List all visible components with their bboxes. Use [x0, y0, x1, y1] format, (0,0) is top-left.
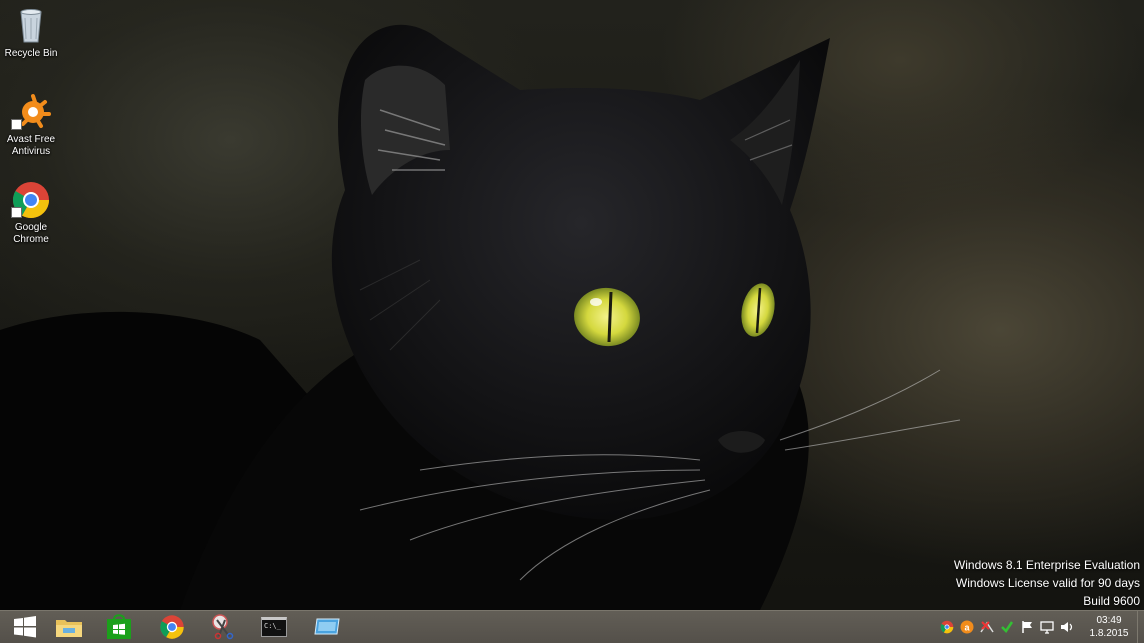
snipping-tool-button[interactable]: [198, 611, 248, 643]
chrome-icon: [160, 615, 184, 639]
file-explorer-button[interactable]: [44, 611, 94, 643]
tray-monitor-icon[interactable]: [1037, 611, 1057, 643]
tray-avast-icon[interactable]: a: [957, 611, 977, 643]
watermark-edition: Windows 8.1 Enterprise Evaluation: [953, 558, 1140, 572]
desktop-icon-label: Avast Free Antivirus: [6, 134, 56, 157]
folder-icon: [56, 620, 82, 637]
tray-checkmark-icon[interactable]: [997, 611, 1017, 643]
cmd-prompt-text: C:\_: [264, 622, 281, 630]
wallpaper-cat-image: [0, 24, 961, 610]
show-desktop-button[interactable]: [1137, 611, 1144, 643]
cmd-icon: C:\_: [261, 617, 287, 637]
desktop-background: Recycle Bin Avast Free Antivirus Google …: [0, 0, 1144, 610]
desktop-icon-label: Google Chrome: [13, 222, 49, 245]
start-button[interactable]: [0, 611, 50, 643]
remote-desktop-button[interactable]: [302, 611, 352, 643]
avast-icon: [11, 92, 51, 132]
shortcut-arrow-icon: [11, 207, 22, 218]
tray-chrome-icon[interactable]: [937, 611, 957, 643]
tray-flag-icon[interactable]: [1017, 611, 1037, 643]
remote-desktop-icon: [314, 618, 340, 635]
tray-network-error-icon[interactable]: [977, 611, 997, 643]
windows-evaluation-watermark: Windows 8.1 Enterprise Evaluation Window…: [954, 556, 1140, 610]
chrome-icon: [11, 180, 51, 220]
watermark-license: Windows License valid for 90 days: [955, 576, 1140, 590]
shortcut-arrow-icon: [11, 119, 22, 130]
recycle-bin-icon: [11, 6, 51, 46]
desktop-icon-chrome[interactable]: Google Chrome: [2, 180, 60, 246]
desktop-icon-avast[interactable]: Avast Free Antivirus: [2, 92, 60, 158]
taskbar-clock[interactable]: 03:49 1.8.2015: [1081, 614, 1137, 640]
store-button[interactable]: [94, 611, 144, 643]
notification-area: a 03:49 1.8.2015: [937, 611, 1144, 643]
command-prompt-button[interactable]: C:\_: [249, 611, 299, 643]
desktop-icon-recycle-bin[interactable]: Recycle Bin: [2, 6, 60, 60]
tray-volume-icon[interactable]: [1057, 611, 1077, 643]
clock-date: 1.8.2015: [1089, 628, 1129, 639]
chrome-taskbar-button[interactable]: [147, 611, 197, 643]
clock-time: 03:49: [1096, 615, 1122, 626]
watermark-build: Build 9600: [1083, 594, 1140, 608]
store-icon: [107, 614, 131, 639]
windows-logo-icon: [14, 616, 36, 638]
desktop-icon-label: Recycle Bin: [4, 48, 58, 59]
scissors-icon: [212, 614, 234, 640]
taskbar: C:\_ a 03:49 1.8.2015: [0, 610, 1144, 643]
